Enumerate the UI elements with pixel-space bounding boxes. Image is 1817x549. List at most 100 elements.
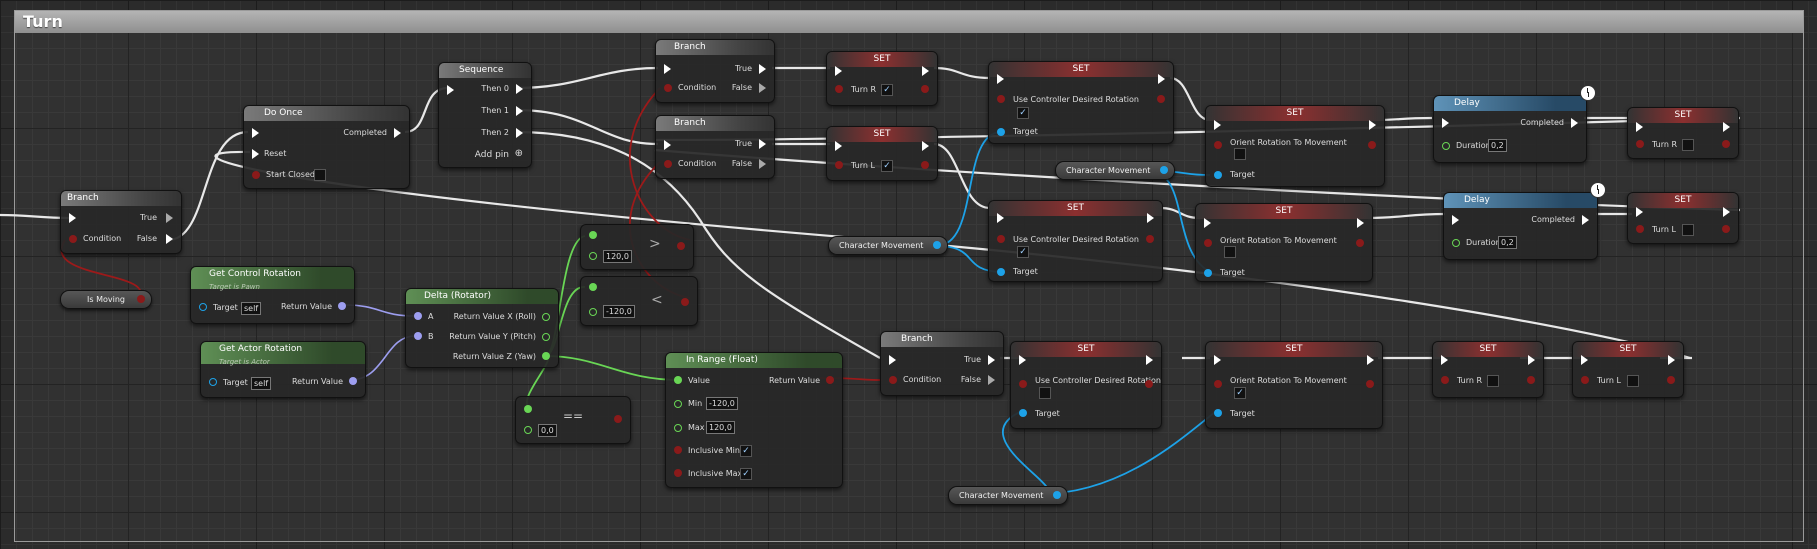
duration-pin[interactable] bbox=[1442, 142, 1450, 150]
character-movement-variable-1[interactable]: Character Movement bbox=[1055, 161, 1175, 180]
exec-in-pin[interactable] bbox=[1019, 355, 1026, 365]
exec-in-pin[interactable] bbox=[1214, 120, 1221, 130]
then2-exec-pin[interactable] bbox=[516, 128, 523, 138]
character-movement-out-pin[interactable] bbox=[1160, 166, 1168, 174]
a-pin[interactable] bbox=[589, 231, 597, 239]
exec-out-pin[interactable] bbox=[1357, 218, 1364, 228]
then1-exec-pin[interactable] bbox=[516, 106, 523, 116]
target-pin[interactable] bbox=[1214, 171, 1222, 179]
set-use-controller-desired-rotation-2[interactable]: SET Use Controller Desired Rotation ✓ Ta… bbox=[988, 200, 1163, 282]
turn-r-out-pin[interactable] bbox=[1527, 376, 1535, 384]
true-exec-pin[interactable] bbox=[759, 64, 766, 74]
branch-node-top[interactable]: Branch True Condition False bbox=[655, 39, 775, 103]
exec-out-pin[interactable] bbox=[1369, 120, 1376, 130]
exec-in-pin[interactable] bbox=[252, 128, 259, 138]
set-header[interactable]: SET bbox=[1206, 342, 1382, 357]
exec-out-pin[interactable] bbox=[1723, 122, 1730, 132]
exec-out-pin[interactable] bbox=[1367, 355, 1374, 365]
turn-l-out-pin[interactable] bbox=[1667, 376, 1675, 384]
delta-rotator-node[interactable]: Delta (Rotator) A B Return Value X (Roll… bbox=[405, 288, 559, 368]
duration-input[interactable]: 0,2 bbox=[1498, 236, 1517, 249]
exec-in-pin[interactable] bbox=[1581, 355, 1588, 365]
exec-in-pin[interactable] bbox=[664, 140, 671, 150]
delay-node-1[interactable]: Delay Completed Duration 0,2 bbox=[1433, 95, 1587, 163]
target-pin[interactable] bbox=[1204, 269, 1212, 277]
sequence-header[interactable]: Sequence bbox=[439, 63, 531, 78]
a-pin[interactable] bbox=[524, 405, 532, 413]
turn-r-checkbox[interactable]: ✓ bbox=[881, 84, 893, 96]
set-header[interactable]: SET bbox=[1628, 108, 1738, 123]
exec-in-pin[interactable] bbox=[997, 74, 1004, 84]
exec-out-pin[interactable] bbox=[1723, 207, 1730, 217]
equal-node[interactable]: 0,0 == bbox=[515, 396, 631, 444]
character-movement-variable-3[interactable]: Character Movement bbox=[948, 486, 1068, 505]
min-pin[interactable] bbox=[674, 400, 682, 408]
b-pin[interactable] bbox=[524, 426, 532, 434]
in-range-float-node[interactable]: In Range (Float) Value Return Value Min … bbox=[665, 352, 843, 488]
ucdr-in-pin[interactable] bbox=[997, 235, 1005, 243]
turn-l-checkbox[interactable] bbox=[1627, 375, 1639, 387]
ucdr-checkbox[interactable]: ✓ bbox=[1017, 107, 1029, 119]
true-exec-pin[interactable] bbox=[166, 213, 173, 223]
get-control-rotation-header[interactable]: Get Control Rotation Target is Pawn bbox=[191, 267, 354, 291]
return-value-pin[interactable] bbox=[826, 376, 834, 384]
turn-r-out-pin[interactable] bbox=[1722, 140, 1730, 148]
duration-input[interactable]: 0,2 bbox=[1488, 139, 1507, 152]
b-pin[interactable] bbox=[589, 308, 597, 316]
b-value-input[interactable]: 120,0 bbox=[603, 250, 632, 263]
exec-out-pin[interactable] bbox=[1528, 355, 1535, 365]
exec-in-pin[interactable] bbox=[1636, 207, 1643, 217]
set-turn-l-node-right[interactable]: SET Turn L bbox=[1627, 192, 1739, 244]
target-pin[interactable] bbox=[1214, 409, 1222, 417]
result-pin[interactable] bbox=[614, 415, 622, 423]
character-movement-out-pin[interactable] bbox=[933, 241, 941, 249]
set-header[interactable]: SET bbox=[989, 201, 1162, 216]
turn-r-in-pin[interactable] bbox=[1441, 376, 1449, 384]
turn-r-checkbox[interactable] bbox=[1487, 375, 1499, 387]
return-value-pin[interactable] bbox=[338, 302, 346, 310]
get-control-rotation-node[interactable]: Get Control Rotation Target is Pawn Targ… bbox=[190, 266, 355, 324]
set-turn-l-node-low[interactable]: SET Turn L bbox=[1572, 341, 1684, 398]
turn-r-checkbox[interactable] bbox=[1682, 139, 1694, 151]
inclusive-min-checkbox[interactable]: ✓ bbox=[740, 445, 752, 457]
set-orient-rotation-to-movement-1[interactable]: SET Orient Rotation To Movement Target bbox=[1205, 105, 1385, 187]
exec-in-pin[interactable] bbox=[1204, 218, 1211, 228]
b-value-input[interactable]: 0,0 bbox=[538, 424, 557, 437]
ortm-out-pin[interactable] bbox=[1366, 380, 1374, 388]
turn-l-in-pin[interactable] bbox=[1581, 376, 1589, 384]
then0-exec-pin[interactable] bbox=[516, 84, 523, 94]
true-exec-pin[interactable] bbox=[988, 355, 995, 365]
target-pin[interactable] bbox=[1019, 409, 1027, 417]
turn-l-out-pin[interactable] bbox=[921, 161, 929, 169]
target-pin[interactable] bbox=[997, 128, 1005, 136]
add-pin-icon[interactable]: ⊕ bbox=[515, 149, 523, 159]
result-pin[interactable] bbox=[681, 298, 689, 306]
max-input[interactable]: 120,0 bbox=[706, 421, 735, 434]
condition-pin[interactable] bbox=[69, 235, 77, 243]
branch-low-header[interactable]: Branch bbox=[881, 332, 1003, 347]
set-header[interactable]: SET bbox=[1206, 106, 1384, 121]
delay-header[interactable]: Delay bbox=[1444, 193, 1597, 208]
false-exec-pin[interactable] bbox=[759, 159, 766, 169]
exec-out-pin[interactable] bbox=[922, 141, 929, 151]
blueprint-graph-canvas[interactable]: Turn Branch True Condition False Is Movi… bbox=[0, 0, 1817, 549]
return-z-pin[interactable] bbox=[542, 352, 550, 360]
value-pin[interactable] bbox=[674, 376, 682, 384]
ortm-checkbox[interactable] bbox=[1234, 148, 1246, 160]
target-pin[interactable] bbox=[997, 268, 1005, 276]
ucdr-in-pin[interactable] bbox=[1019, 380, 1027, 388]
exec-out-pin[interactable] bbox=[1147, 213, 1154, 223]
is-moving-out-pin[interactable] bbox=[137, 295, 145, 303]
turn-l-checkbox[interactable] bbox=[1682, 224, 1694, 236]
exec-in-pin[interactable] bbox=[835, 141, 842, 151]
a-pin[interactable] bbox=[589, 283, 597, 291]
max-pin[interactable] bbox=[674, 424, 682, 432]
add-pin-label[interactable]: Add pin bbox=[475, 150, 509, 160]
exec-in-pin[interactable] bbox=[1636, 122, 1643, 132]
ucdr-out-pin[interactable] bbox=[1146, 235, 1154, 243]
greater-than-node[interactable]: 120,0 > bbox=[580, 224, 694, 270]
in-range-header[interactable]: In Range (Float) bbox=[666, 353, 842, 368]
set-use-controller-desired-rotation-3[interactable]: SET Use Controller Desired Rotation Targ… bbox=[1010, 341, 1162, 429]
return-value-pin[interactable] bbox=[349, 377, 357, 385]
ucdr-out-pin[interactable] bbox=[1157, 95, 1165, 103]
